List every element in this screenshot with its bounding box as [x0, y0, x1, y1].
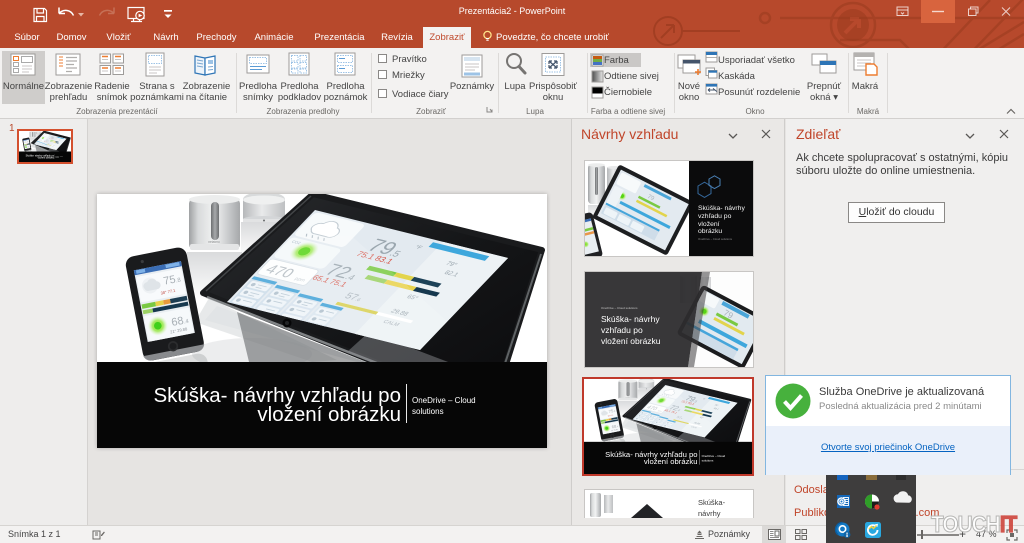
- svg-text:Skúška- návrhy: Skúška- návrhy: [698, 205, 745, 212]
- svg-text:vzhľadu po: vzhľadu po: [698, 213, 732, 220]
- svg-text:vložení obrázku: vložení obrázku: [601, 336, 661, 346]
- svg-text:návrhy: návrhy: [698, 509, 721, 518]
- svg-text:obrázku: obrázku: [698, 228, 722, 235]
- svg-text:OneDrive – Cloud solutions: OneDrive – Cloud solutions: [698, 237, 733, 241]
- svg-text:Skúška-: Skúška-: [698, 498, 726, 507]
- svg-text:vložení: vložení: [698, 221, 720, 228]
- svg-text:OneDrive – Cloud solutions: OneDrive – Cloud solutions: [601, 306, 638, 310]
- svg-text:vzhľadu po: vzhľadu po: [601, 325, 643, 335]
- svg-text:Skúška- návrhy: Skúška- návrhy: [601, 314, 660, 324]
